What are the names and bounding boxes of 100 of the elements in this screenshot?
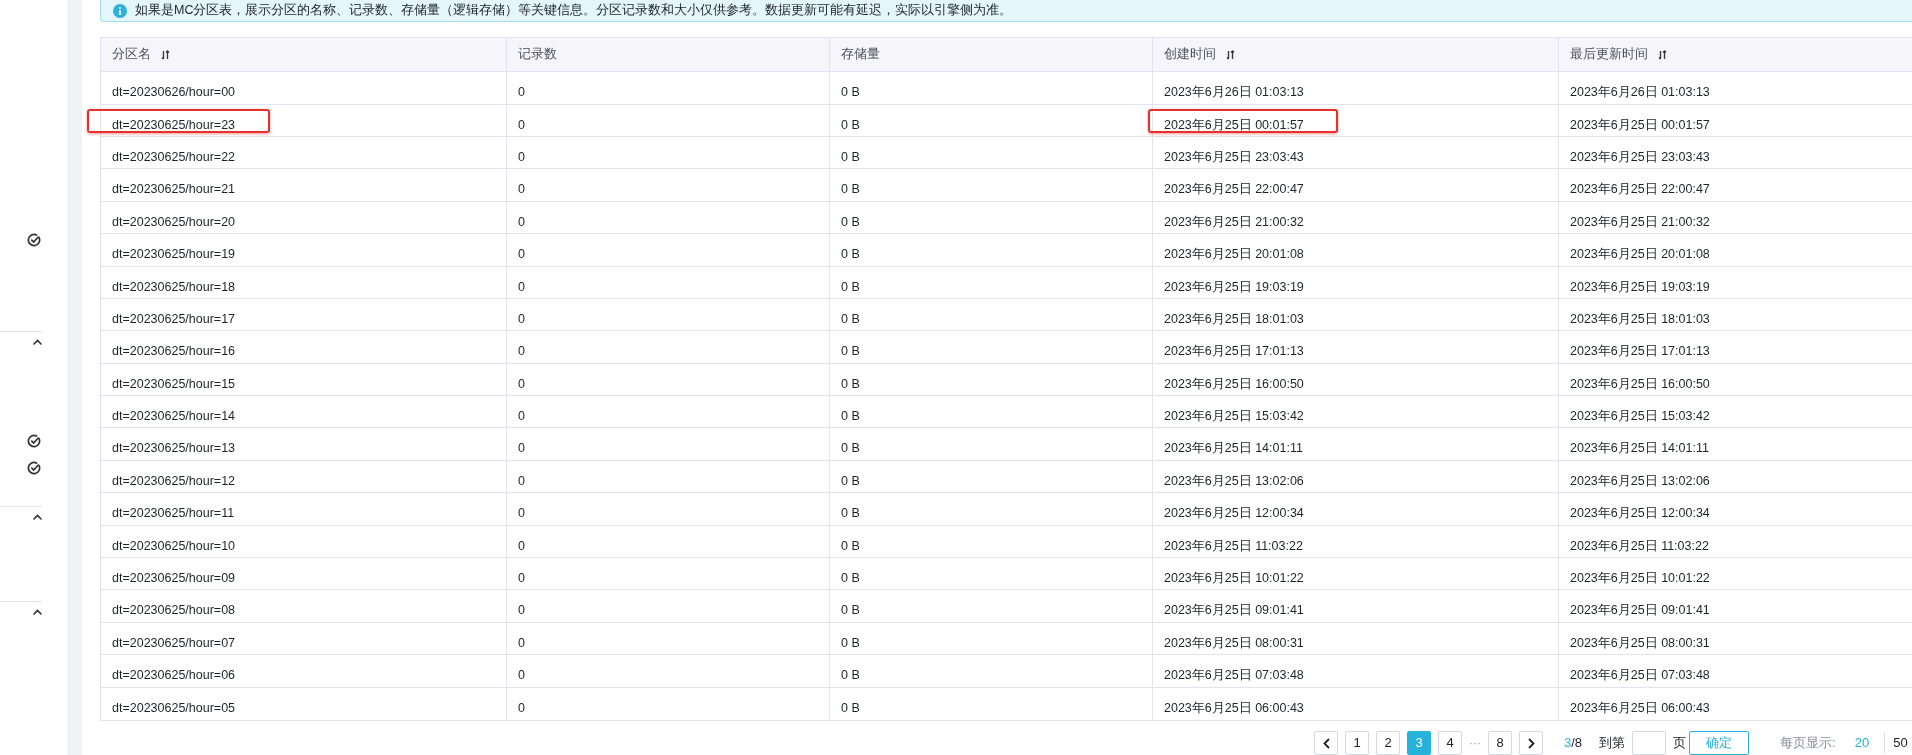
previous-page-button[interactable] xyxy=(1314,731,1338,755)
page-button[interactable]: 8 xyxy=(1488,731,1512,755)
table-cell: dt=20230625/hour=21 xyxy=(112,182,236,197)
table-cell: 0 B xyxy=(841,149,860,164)
table-cell: dt=20230625/hour=20 xyxy=(112,214,236,229)
table-cell: 2023年6月25日 11:03:22 xyxy=(1570,538,1709,553)
caret-up-icon[interactable] xyxy=(33,514,42,520)
table-cell: 0 xyxy=(518,149,525,164)
table-cell: 2023年6月25日 21:00:32 xyxy=(1164,214,1304,229)
goto-label: 到第 xyxy=(1599,734,1626,753)
table-cell: 2023年6月25日 10:01:22 xyxy=(1164,571,1304,586)
table-cell: 0 xyxy=(518,214,525,229)
table-cell: dt=20230625/hour=05 xyxy=(112,700,236,715)
check-circle-icon[interactable] xyxy=(27,434,41,448)
table-cell: 0 xyxy=(518,344,525,359)
table-cell: 0 xyxy=(518,376,525,391)
sort-icon[interactable] xyxy=(1226,49,1235,60)
table-cell: dt=20230625/hour=19 xyxy=(112,247,236,262)
table-cell: 0 B xyxy=(841,668,860,683)
table-cell: 0 xyxy=(518,311,525,326)
page-input[interactable] xyxy=(1632,731,1667,755)
page-button[interactable]: 4 xyxy=(1438,731,1462,755)
sort-icon[interactable] xyxy=(161,49,170,60)
caret-up-icon[interactable] xyxy=(33,609,42,615)
page-unit-label: 页 xyxy=(1673,734,1687,753)
table-cell: 0 B xyxy=(841,473,860,488)
table-cell: 0 xyxy=(518,85,525,100)
table-cell: dt=20230625/hour=23 xyxy=(112,117,236,132)
table-cell: 0 B xyxy=(841,700,860,715)
table-cell: 2023年6月25日 14:01:11 xyxy=(1164,441,1303,456)
table-cell: dt=20230625/hour=13 xyxy=(112,441,236,456)
table-cell: 2023年6月25日 09:01:41 xyxy=(1164,603,1304,618)
table-cell: 0 xyxy=(518,538,525,553)
notice-text: 如果是MC分区表，展示分区的名称、记录数、存储量（逻辑存储）等关键信息。分区记录数和大小仅供参考。数据更新可能有延迟，实际以引擎侧为准。 xyxy=(135,2,1013,20)
caret-up-icon[interactable] xyxy=(33,339,42,345)
table-cell: 2023年6月25日 10:01:22 xyxy=(1570,571,1710,586)
table-cell: 0 B xyxy=(841,117,860,132)
table-cell: 0 xyxy=(518,117,525,132)
table-cell: 2023年6月25日 17:01:13 xyxy=(1570,344,1710,359)
table-cell: 0 xyxy=(518,182,525,197)
table-cell: dt=20230625/hour=12 xyxy=(112,473,236,488)
table-cell: dt=20230625/hour=09 xyxy=(112,571,236,586)
table-cell: 2023年6月25日 14:01:11 xyxy=(1570,441,1709,456)
table-cell: 2023年6月25日 18:01:03 xyxy=(1570,311,1710,326)
table-cell: 0 xyxy=(518,571,525,586)
table-cell: dt=20230625/hour=14 xyxy=(112,409,236,424)
table-cell: 2023年6月25日 22:00:47 xyxy=(1164,182,1304,197)
column-header: 最后更新时间 xyxy=(1570,46,1648,64)
table-cell: 2023年6月25日 19:03:19 xyxy=(1570,279,1710,294)
chevron-right-icon xyxy=(1527,737,1535,749)
table-cell: 2023年6月25日 21:00:32 xyxy=(1570,214,1710,229)
table-cell: dt=20230626/hour=00 xyxy=(112,85,236,100)
table-cell: dt=20230625/hour=07 xyxy=(112,635,236,650)
table-cell: 2023年6月26日 01:03:13 xyxy=(1570,85,1710,100)
table-cell: 2023年6月25日 13:02:06 xyxy=(1164,473,1304,488)
table-cell: 2023年6月25日 15:03:42 xyxy=(1164,409,1304,424)
column-header: 创建时间 xyxy=(1164,46,1216,64)
table-cell: 2023年6月25日 06:00:43 xyxy=(1164,700,1304,715)
table-cell: 0 B xyxy=(841,344,860,359)
pagination-ellipsis: ··· xyxy=(1469,735,1481,752)
table-cell: 0 B xyxy=(841,85,860,100)
check-circle-icon[interactable] xyxy=(27,233,41,247)
table-cell: 2023年6月25日 06:00:43 xyxy=(1570,700,1710,715)
table-cell: 0 xyxy=(518,279,525,294)
table-cell: 0 xyxy=(518,441,525,456)
table-cell: 0 xyxy=(518,603,525,618)
page-size-option[interactable]: 50 xyxy=(1884,733,1908,753)
table-cell: 0 xyxy=(518,700,525,715)
sort-icon[interactable] xyxy=(1658,49,1667,60)
table-cell: 2023年6月25日 12:00:34 xyxy=(1570,506,1710,521)
table-cell: 2023年6月25日 09:01:41 xyxy=(1570,603,1710,618)
table-cell: 0 B xyxy=(841,376,860,391)
check-circle-icon[interactable] xyxy=(27,461,41,475)
table-cell: 2023年6月25日 17:01:13 xyxy=(1164,344,1304,359)
table-cell: 0 B xyxy=(841,603,860,618)
table-cell: dt=20230625/hour=08 xyxy=(112,603,236,618)
table-cell: 0 xyxy=(518,473,525,488)
table-cell: 0 xyxy=(518,409,525,424)
table-cell: 0 B xyxy=(841,571,860,586)
column-header: 分区名 xyxy=(112,46,151,64)
chevron-left-icon xyxy=(1322,737,1330,749)
next-page-button[interactable] xyxy=(1519,731,1543,755)
page-button[interactable]: 2 xyxy=(1376,731,1400,755)
table-cell: 2023年6月25日 00:01:57 xyxy=(1570,117,1710,132)
page-button[interactable]: 1 xyxy=(1345,731,1369,755)
table-cell: 0 B xyxy=(841,311,860,326)
table-cell: 2023年6月26日 01:03:13 xyxy=(1164,85,1304,100)
page-counter: 3/8 xyxy=(1564,734,1583,753)
table-cell: dt=20230625/hour=18 xyxy=(112,279,236,294)
table-cell: 2023年6月25日 07:03:48 xyxy=(1570,668,1710,683)
table-cell: dt=20230625/hour=11 xyxy=(112,506,235,521)
table-cell: 0 xyxy=(518,506,525,521)
table-cell: dt=20230625/hour=22 xyxy=(112,149,236,164)
table-cell: dt=20230625/hour=17 xyxy=(112,311,236,326)
table-cell: 2023年6月25日 20:01:08 xyxy=(1164,247,1304,262)
page-size-label: 每页显示: xyxy=(1780,734,1836,753)
table-cell: 2023年6月25日 15:03:42 xyxy=(1570,409,1710,424)
table-cell: 2023年6月25日 08:00:31 xyxy=(1164,635,1304,650)
table-cell: 2023年6月25日 12:00:34 xyxy=(1164,506,1304,521)
column-header: 存储量 xyxy=(841,46,880,64)
